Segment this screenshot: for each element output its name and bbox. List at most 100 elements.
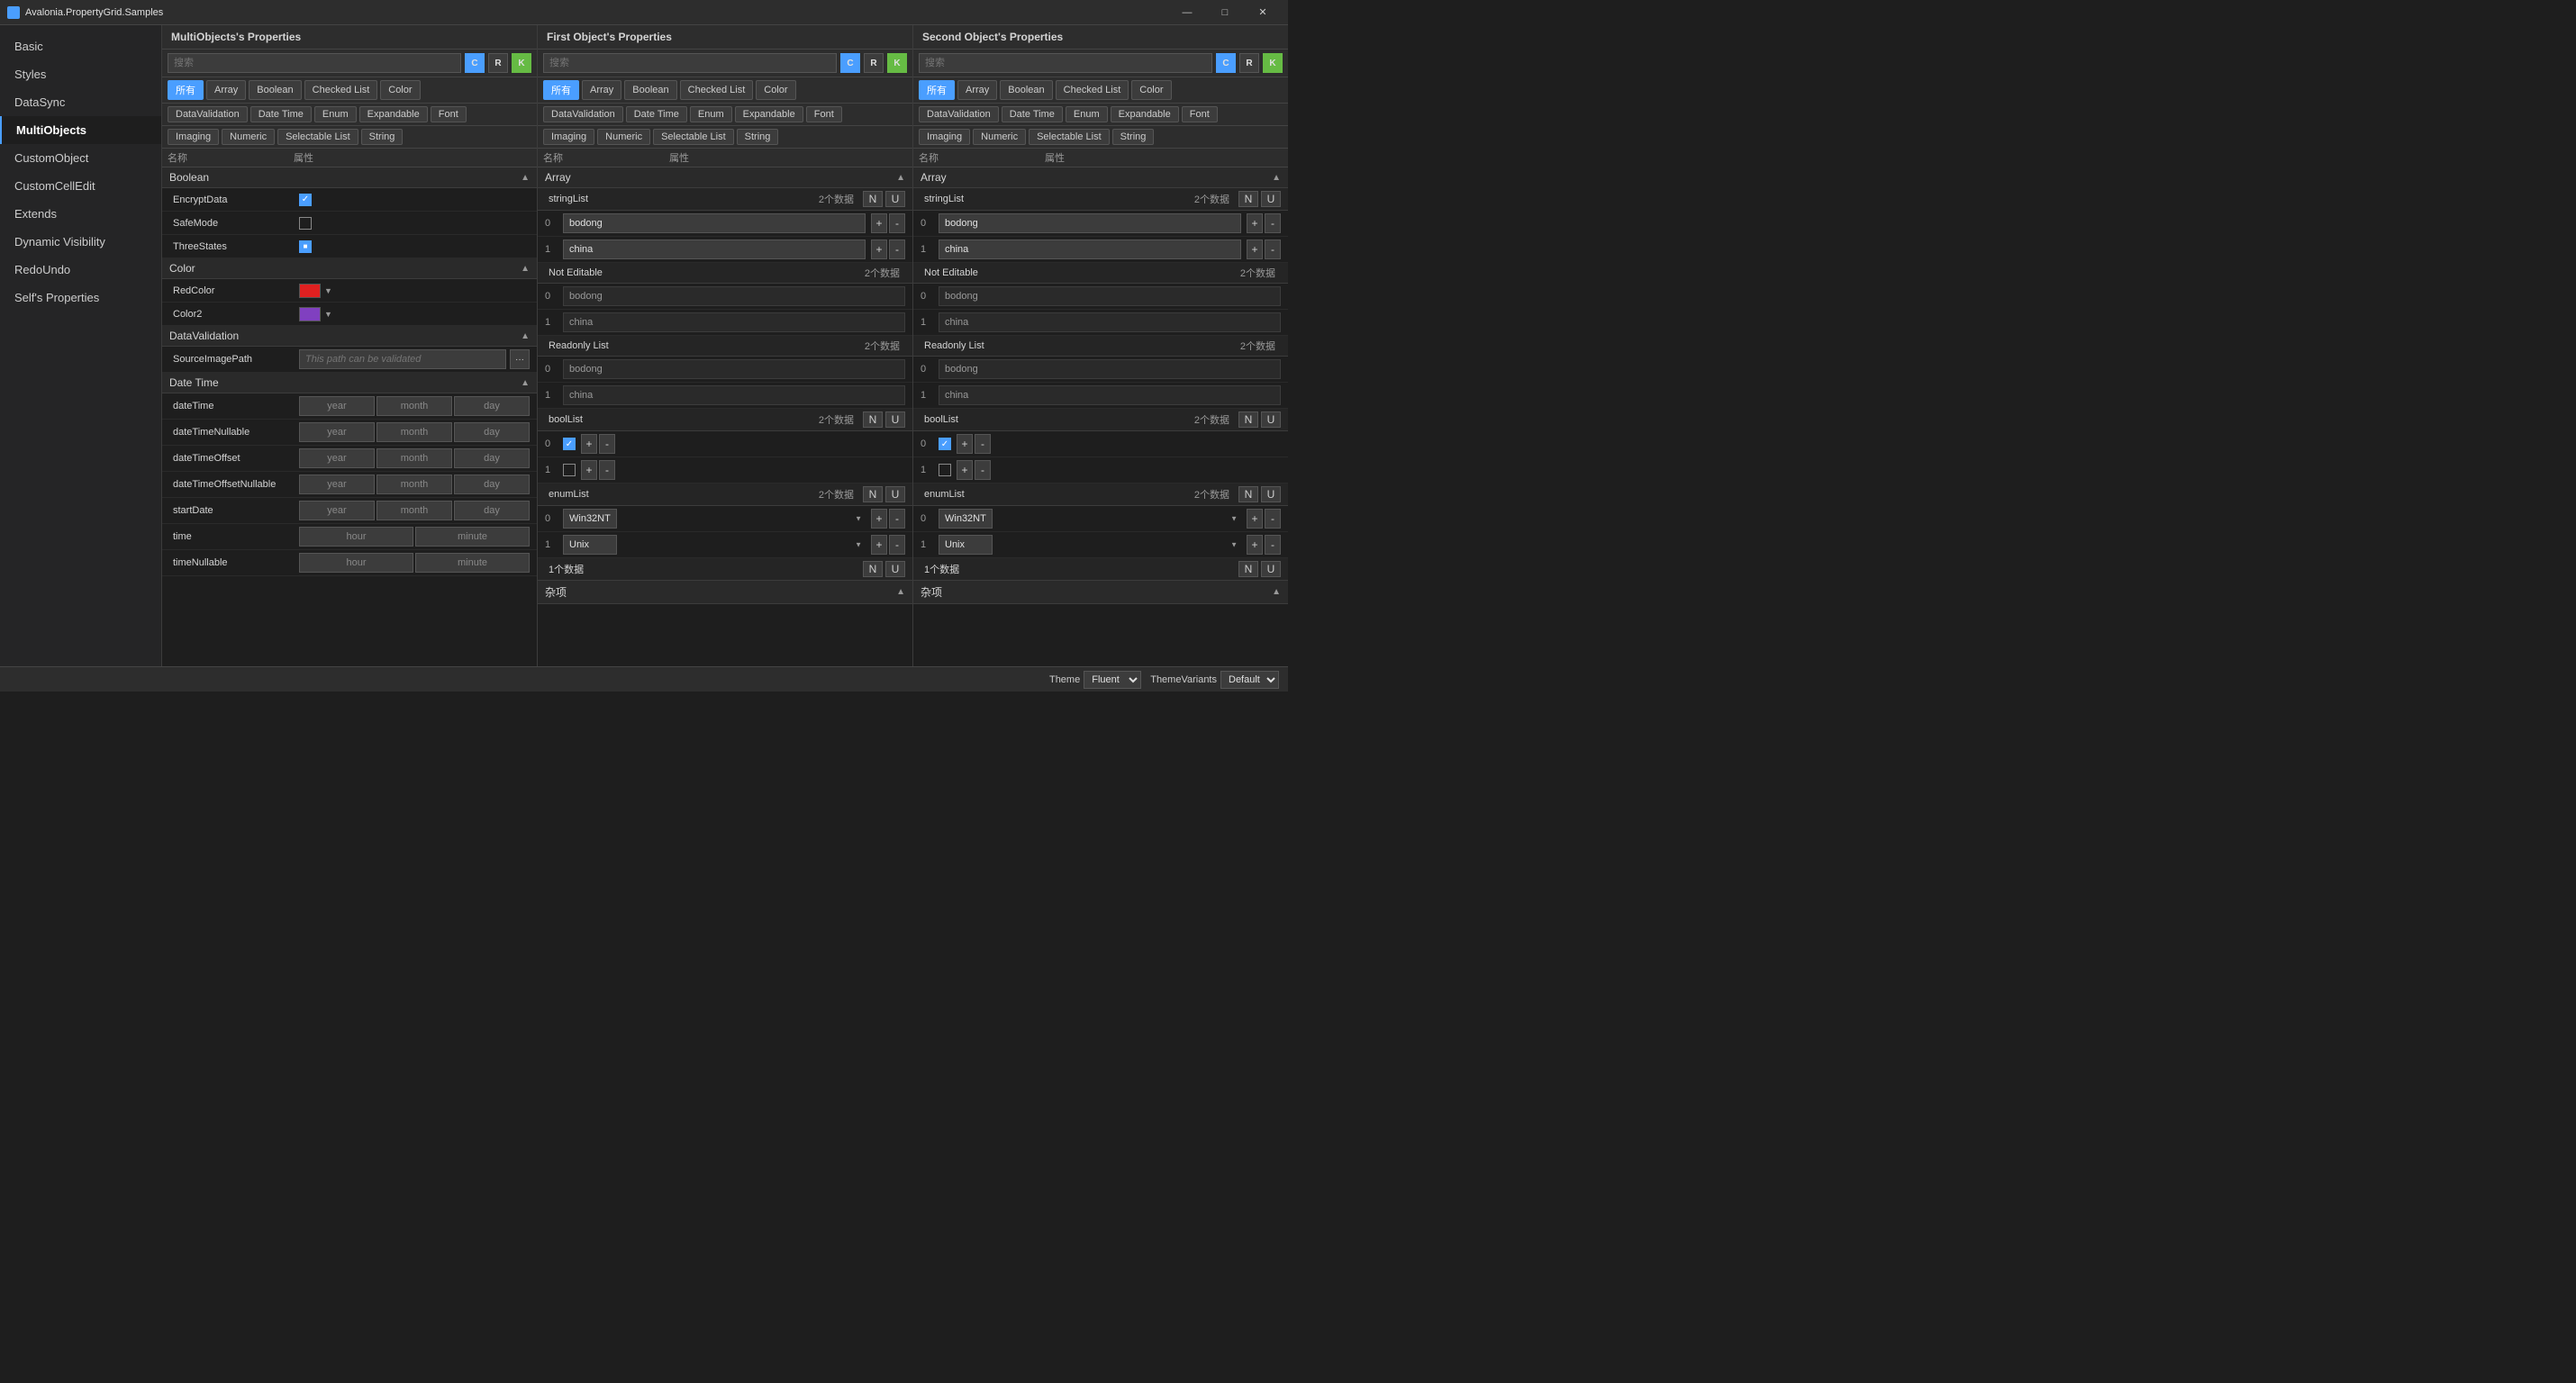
second-enumlist-plus-0[interactable]: + [1247, 509, 1263, 529]
second-filter-string[interactable]: String [1112, 129, 1155, 145]
second-boollist-cb-1[interactable] [939, 464, 951, 476]
second-boollist-n-btn[interactable]: N [1238, 411, 1258, 428]
second-misc-u-btn[interactable]: U [1261, 561, 1281, 577]
first-misc-header[interactable]: 杂项 ▲ [538, 581, 912, 604]
filter-boolean[interactable]: Boolean [249, 80, 301, 100]
first-filter-datetime[interactable]: Date Time [626, 106, 687, 122]
filter-enum[interactable]: Enum [314, 106, 357, 122]
multiobjects-k-button[interactable]: K [512, 53, 531, 73]
multiobjects-c-button[interactable]: C [465, 53, 485, 73]
color2-swatch[interactable]: ▼ [299, 307, 332, 321]
second-scroll[interactable]: Array ▲ stringList 2个数据 N U 0 + [913, 167, 1288, 666]
first-enumlist-plus-0[interactable]: + [871, 509, 887, 529]
second-filter-all[interactable]: 所有 [919, 80, 955, 100]
first-enumlist-minus-1[interactable]: - [889, 535, 905, 555]
first-search-input[interactable] [543, 53, 837, 73]
second-stringlist-input-1[interactable] [939, 240, 1241, 259]
datetime-year[interactable]: year [299, 396, 375, 416]
first-filter-font[interactable]: Font [806, 106, 842, 122]
first-stringlist-minus-0[interactable]: - [889, 213, 905, 233]
second-c-button[interactable]: C [1216, 53, 1236, 73]
datetime-nullable-month[interactable]: month [376, 422, 452, 442]
filter-string[interactable]: String [361, 129, 404, 145]
time-hour[interactable]: hour [299, 527, 413, 547]
second-filter-font[interactable]: Font [1182, 106, 1218, 122]
filter-color[interactable]: Color [380, 80, 420, 100]
first-boollist-minus-1[interactable]: - [599, 460, 615, 480]
second-filter-selectable-list[interactable]: Selectable List [1029, 129, 1110, 145]
first-scroll[interactable]: Array ▲ stringList 2个数据 N U 0 + [538, 167, 912, 666]
time-nullable-hour[interactable]: hour [299, 553, 413, 573]
second-filter-numeric[interactable]: Numeric [973, 129, 1026, 145]
second-stringlist-u-btn[interactable]: U [1261, 191, 1281, 207]
sidebar-item-extends[interactable]: Extends [0, 200, 161, 228]
multiobjects-r-button[interactable]: R [488, 53, 508, 73]
second-stringlist-plus-0[interactable]: + [1247, 213, 1263, 233]
sidebar-item-styles[interactable]: Styles [0, 60, 161, 88]
first-stringlist-input-0[interactable] [563, 213, 866, 233]
second-filter-enum[interactable]: Enum [1066, 106, 1108, 122]
safe-mode-checkbox[interactable] [299, 217, 312, 230]
datetime-offset-year[interactable]: year [299, 448, 375, 468]
second-boollist-u-btn[interactable]: U [1261, 411, 1281, 428]
second-array-section-header[interactable]: Array ▲ [913, 167, 1288, 188]
filter-checked-list[interactable]: Checked List [304, 80, 378, 100]
first-boollist-u-btn[interactable]: U [885, 411, 905, 428]
sidebar-item-redoundo[interactable]: RedoUndo [0, 256, 161, 284]
second-boollist-minus-1[interactable]: - [975, 460, 991, 480]
first-enumlist-select-0[interactable]: Win32NT Unix [563, 509, 617, 529]
first-filter-array[interactable]: Array [582, 80, 621, 100]
second-boollist-plus-0[interactable]: + [957, 434, 973, 454]
second-filter-datetime[interactable]: Date Time [1002, 106, 1063, 122]
second-filter-array[interactable]: Array [957, 80, 997, 100]
datetime-section-header[interactable]: Date Time ▲ [162, 373, 537, 393]
first-filter-expandable[interactable]: Expandable [735, 106, 803, 122]
datetime-offset-month[interactable]: month [376, 448, 452, 468]
datetime-nullable-day[interactable]: day [454, 422, 530, 442]
second-filter-expandable[interactable]: Expandable [1111, 106, 1179, 122]
second-misc-n-btn[interactable]: N [1238, 561, 1258, 577]
theme-variants-select[interactable]: Default Light Dark [1220, 671, 1279, 689]
second-filter-color[interactable]: Color [1131, 80, 1171, 100]
first-stringlist-input-1[interactable] [563, 240, 866, 259]
second-enumlist-select-0[interactable]: Win32NT Unix [939, 509, 993, 529]
datavalidation-section-header[interactable]: DataValidation ▲ [162, 326, 537, 347]
source-image-path-browse[interactable]: ··· [510, 349, 530, 369]
second-boollist-minus-0[interactable]: - [975, 434, 991, 454]
red-color-swatch[interactable]: ▼ [299, 284, 332, 298]
first-filter-datavalidation[interactable]: DataValidation [543, 106, 623, 122]
second-enumlist-n-btn[interactable]: N [1238, 486, 1258, 502]
first-misc-n-btn[interactable]: N [863, 561, 883, 577]
second-filter-datavalidation[interactable]: DataValidation [919, 106, 999, 122]
second-filter-boolean[interactable]: Boolean [1000, 80, 1052, 100]
first-stringlist-u-btn[interactable]: U [885, 191, 905, 207]
first-stringlist-n-btn[interactable]: N [863, 191, 883, 207]
first-stringlist-minus-1[interactable]: - [889, 240, 905, 259]
first-stringlist-plus-0[interactable]: + [871, 213, 887, 233]
first-filter-enum[interactable]: Enum [690, 106, 732, 122]
encrypt-data-checkbox[interactable] [299, 194, 312, 206]
first-enumlist-select-1[interactable]: Win32NT Unix [563, 535, 617, 555]
second-stringlist-input-0[interactable] [939, 213, 1241, 233]
first-filter-color[interactable]: Color [756, 80, 795, 100]
first-filter-selectable-list[interactable]: Selectable List [653, 129, 734, 145]
first-boollist-cb-1[interactable] [563, 464, 576, 476]
first-stringlist-plus-1[interactable]: + [871, 240, 887, 259]
sidebar-item-customobject[interactable]: CustomObject [0, 144, 161, 172]
second-enumlist-minus-0[interactable]: - [1265, 509, 1281, 529]
source-image-path-input[interactable] [299, 349, 506, 369]
second-enumlist-select-1[interactable]: Win32NT Unix [939, 535, 993, 555]
first-filter-boolean[interactable]: Boolean [624, 80, 676, 100]
filter-array[interactable]: Array [206, 80, 246, 100]
datetime-day[interactable]: day [454, 396, 530, 416]
datetime-month[interactable]: month [376, 396, 452, 416]
first-boollist-minus-0[interactable]: - [599, 434, 615, 454]
time-minute[interactable]: minute [415, 527, 530, 547]
start-date-month[interactable]: month [376, 501, 452, 520]
boolean-section-header[interactable]: Boolean ▲ [162, 167, 537, 188]
start-date-year[interactable]: year [299, 501, 375, 520]
second-filter-checked-list[interactable]: Checked List [1056, 80, 1129, 100]
dto-nullable-day[interactable]: day [454, 475, 530, 494]
sidebar-item-datasync[interactable]: DataSync [0, 88, 161, 116]
second-k-button[interactable]: K [1263, 53, 1283, 73]
